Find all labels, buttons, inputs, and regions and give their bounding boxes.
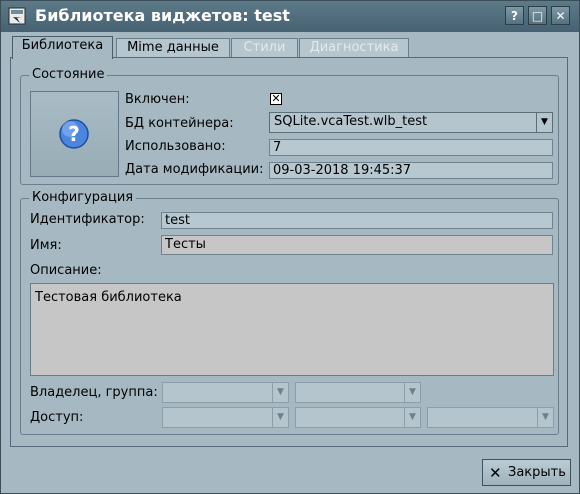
enabled-checkbox[interactable]: ✕ (270, 93, 282, 105)
close-button[interactable]: ✕ Закрыть (482, 459, 571, 486)
group-select[interactable]: ▼ (295, 382, 421, 403)
identifier-label: Идентификатор: (30, 212, 145, 227)
access-label: Доступ: (30, 410, 84, 425)
tab-library[interactable]: Библиотека (12, 36, 113, 59)
svg-text:?: ? (68, 122, 80, 146)
tab-mime-data[interactable]: Mime данные (116, 38, 230, 58)
config-group: Конфигурация Идентификатор: test Имя: Те… (20, 190, 559, 435)
description-textarea[interactable]: Тестовая библиотека (30, 283, 554, 376)
library-icon-button[interactable]: ? (30, 91, 119, 177)
chevron-down-icon[interactable]: ▼ (536, 113, 552, 132)
chevron-down-icon[interactable]: ▼ (537, 408, 553, 427)
maximize-button[interactable]: □ (528, 6, 547, 25)
enabled-label: Включен: (125, 92, 190, 107)
chevron-down-icon[interactable]: ▼ (272, 408, 288, 427)
question-mark-icon: ? (59, 119, 89, 149)
name-label: Имя: (30, 238, 62, 253)
owner-group-label: Владелец, группа: (30, 385, 158, 400)
db-container-label: БД контейнера: (125, 116, 234, 131)
description-label: Описание: (30, 263, 102, 278)
tab-diagnostics: Диагностика (299, 38, 409, 58)
chevron-down-icon[interactable]: ▼ (272, 383, 288, 402)
close-x-icon: ✕ (489, 464, 502, 482)
tab-styles: Стили (231, 38, 298, 58)
modified-value: 09-03-2018 19:45:37 (269, 162, 553, 179)
state-group: Состояние ? Включен: ✕ БД контейнера: SQ… (20, 67, 559, 185)
app-icon (8, 7, 26, 25)
access-group-select[interactable]: ▼ (295, 407, 421, 428)
used-value: 7 (269, 139, 553, 156)
access-owner-select[interactable]: ▼ (162, 407, 289, 428)
config-legend: Конфигурация (29, 190, 137, 205)
dialog-window: Библиотека виджетов: test ? □ ✕ Библиоте… (0, 0, 580, 494)
close-button-label: Закрыть (508, 465, 566, 480)
state-legend: Состояние (29, 67, 108, 82)
identifier-value: test (161, 212, 553, 229)
used-label: Использовано: (125, 139, 226, 154)
owner-select[interactable]: ▼ (162, 382, 289, 403)
name-input[interactable]: Тесты (161, 235, 553, 255)
modified-label: Дата модификации: (125, 162, 264, 177)
titlebar[interactable]: Библиотека виджетов: test ? □ ✕ (1, 1, 579, 32)
chevron-down-icon[interactable]: ▼ (404, 383, 420, 402)
db-container-value: SQLite.vcaTest.wlb_test (274, 114, 428, 129)
db-container-select[interactable]: SQLite.vcaTest.wlb_test ▼ (269, 112, 553, 133)
access-other-select[interactable]: ▼ (427, 407, 554, 428)
tab-panel: Состояние ? Включен: ✕ БД контейнера: SQ… (10, 57, 568, 447)
help-button[interactable]: ? (505, 6, 524, 25)
chevron-down-icon[interactable]: ▼ (404, 408, 420, 427)
window-title: Библиотека виджетов: test (35, 6, 290, 25)
close-window-button[interactable]: ✕ (551, 6, 570, 25)
